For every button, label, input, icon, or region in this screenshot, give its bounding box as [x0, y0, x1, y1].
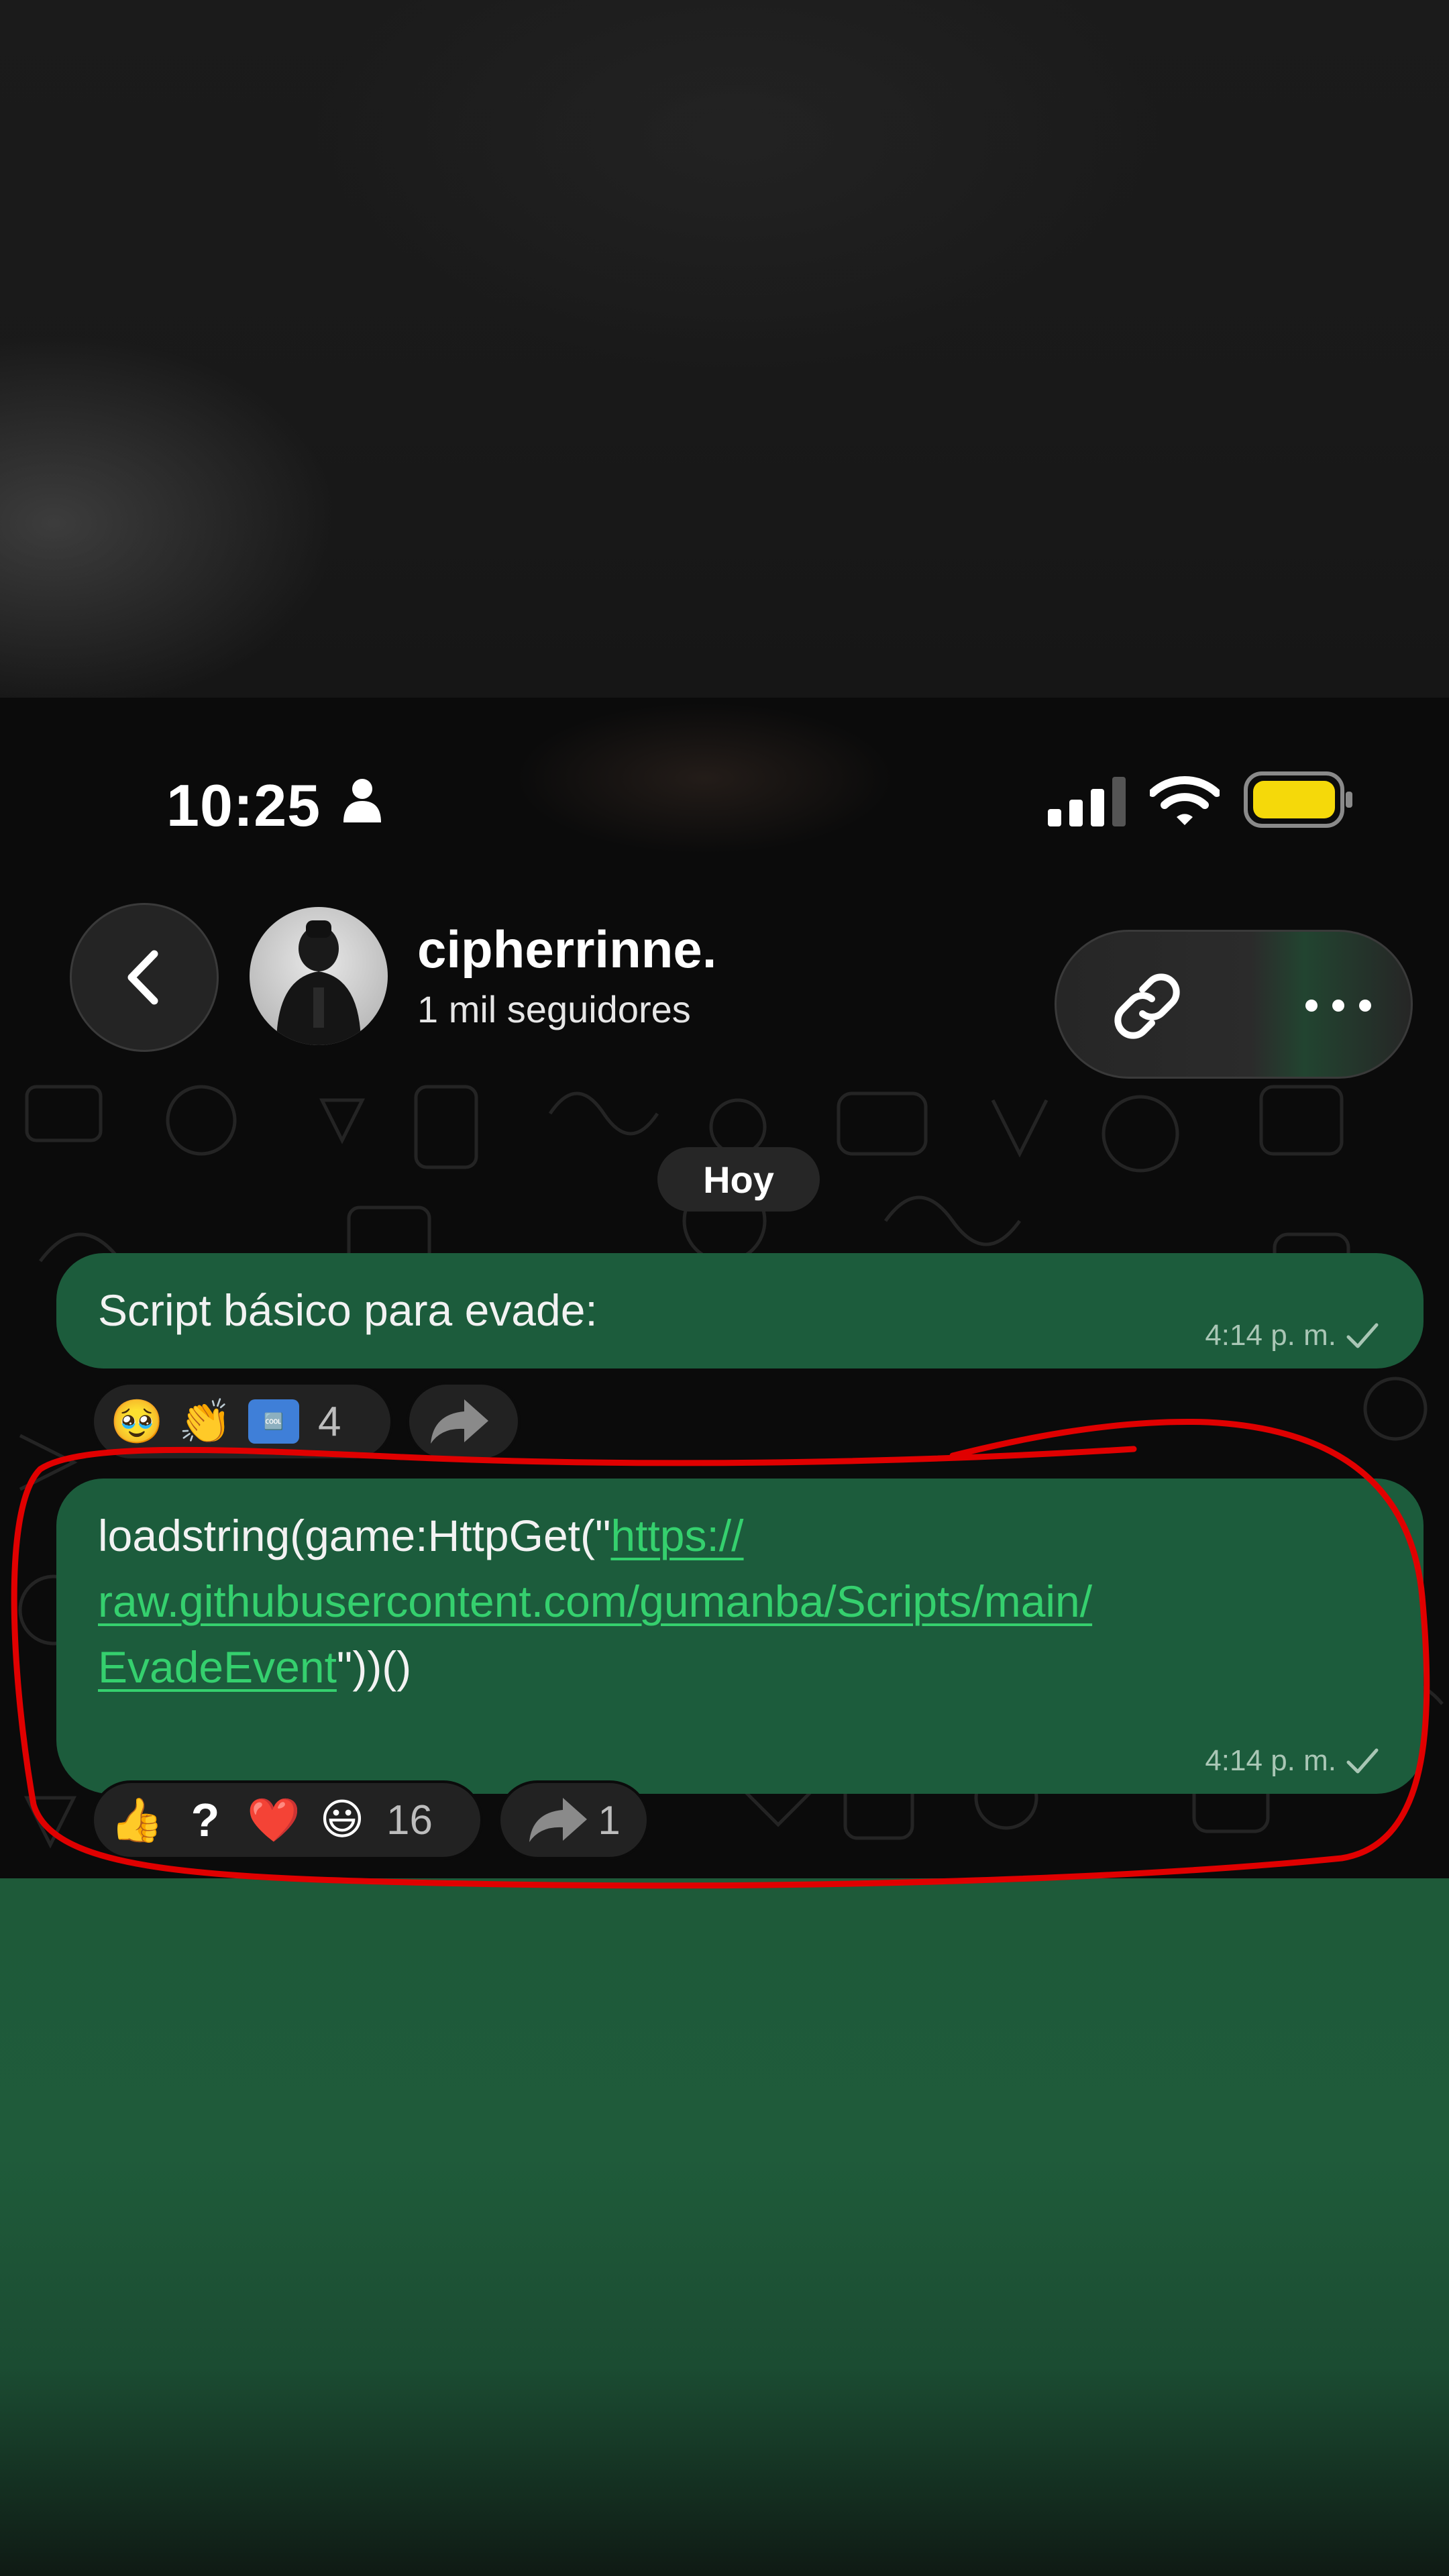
status-time: 10:25: [166, 772, 321, 839]
reaction-emoji: ❤️: [247, 1795, 301, 1845]
wifi-icon: [1150, 775, 1220, 825]
message-bubble[interactable]: loadstring(game:HttpGet("https:// raw.git…: [56, 1479, 1424, 1794]
back-button[interactable]: [70, 903, 219, 1052]
message-time: 4:14 p. m.: [1205, 1319, 1379, 1352]
reaction-count: 4: [318, 1398, 341, 1445]
message-bubble[interactable]: Script básico para evade: 4:14 p. m.: [56, 1253, 1424, 1368]
time-label: 4:14 p. m.: [1205, 1319, 1336, 1352]
background-glow: [436, 698, 973, 899]
channel-name[interactable]: cipherrinne.: [417, 919, 716, 980]
time-label: 4:14 p. m.: [1205, 1744, 1336, 1777]
reaction-emoji: 👍: [110, 1795, 164, 1845]
signal-icon: [1048, 777, 1126, 826]
forward-icon: [431, 1399, 488, 1444]
reaction-emoji: 👏: [178, 1397, 232, 1447]
reaction-emoji: 🆒: [247, 1395, 301, 1448]
check-icon: [1346, 1323, 1379, 1348]
person-icon: [343, 779, 381, 822]
followers-count: 1 mil seguidores: [417, 988, 691, 1030]
reaction-emoji: ?: [191, 1794, 220, 1846]
forward-button[interactable]: 1: [498, 1780, 649, 1860]
code-prefix: loadstring(game:HttpGet(": [98, 1511, 611, 1560]
link-icon[interactable]: [1110, 969, 1184, 1043]
forward-button[interactable]: [407, 1382, 521, 1461]
battery-icon: [1244, 771, 1352, 828]
cool-emoji: 🆒: [248, 1399, 299, 1444]
forward-count: 1: [598, 1797, 621, 1843]
message-link[interactable]: raw.githubusercontent.com/gumanba/Script…: [98, 1576, 1092, 1626]
reactions-bar[interactable]: 🥹 👏 🆒 4: [91, 1382, 393, 1461]
more-icon[interactable]: [1298, 992, 1379, 1019]
check-icon: [1346, 1748, 1379, 1774]
reaction-count: 16: [386, 1796, 433, 1843]
forward-icon: [529, 1798, 588, 1842]
message-link[interactable]: https://: [610, 1511, 743, 1560]
chevron-left-icon: [127, 950, 158, 1005]
reaction-emoji: 🥹: [110, 1397, 164, 1447]
blurred-background-top: [0, 0, 1449, 698]
reaction-emoji: 😃: [319, 1795, 365, 1845]
date-chip: Hoy: [657, 1147, 820, 1212]
message-time: 4:14 p. m.: [1205, 1744, 1379, 1778]
message-text: loadstring(game:HttpGet("https:// raw.git…: [98, 1503, 1092, 1700]
header-actions: [1055, 930, 1413, 1079]
message-link[interactable]: EvadeEvent: [98, 1642, 337, 1692]
blurred-background-bottom: [0, 1878, 1449, 2576]
reactions-bar[interactable]: 👍 ? ❤️ 😃 16: [91, 1780, 483, 1860]
avatar[interactable]: [250, 907, 388, 1045]
code-suffix: "))(): [336, 1642, 412, 1692]
message-text: Script básico para evade:: [98, 1285, 598, 1335]
screenshot-phone-screen: 10:25 cipherrinne. 1 mil seguidores Hoy …: [0, 698, 1449, 1878]
avatar-image: [276, 920, 361, 1045]
